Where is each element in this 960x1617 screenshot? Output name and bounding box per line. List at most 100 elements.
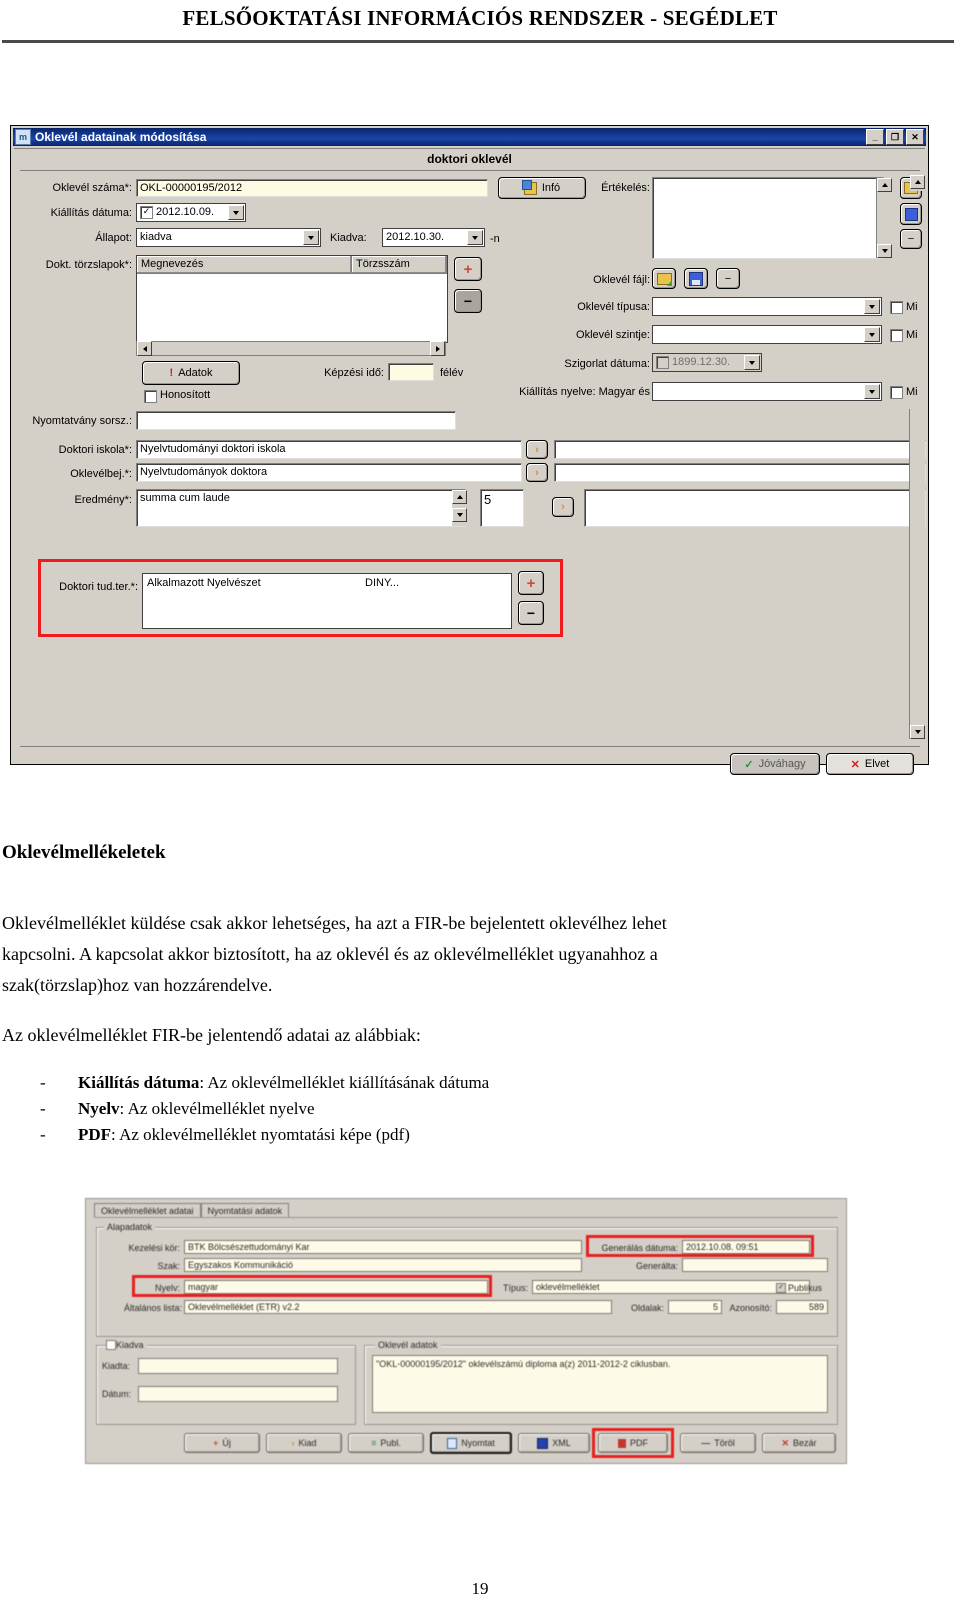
input-generalta[interactable]	[682, 1258, 828, 1272]
dialog1-scrollbar[interactable]	[909, 409, 925, 739]
right-scroll-up-icon[interactable]	[910, 175, 925, 189]
column-torzsszam[interactable]: Törzsszám	[352, 256, 447, 273]
right-scroll-top[interactable]	[910, 175, 925, 191]
input-szak[interactable]: Egyszakos Kommunikáció	[184, 1258, 582, 1272]
input-generalas-datuma[interactable]: 2012.10.08. 09:51	[682, 1240, 810, 1254]
input-eredmeny[interactable]: summa cum laude	[136, 489, 466, 527]
chevron-down-icon[interactable]	[228, 205, 244, 220]
label-kezelesi-kor: Kezelési kör:	[128, 1243, 180, 1253]
label-szintje-mi: Mi	[906, 329, 918, 341]
input-kepzesi-ido[interactable]	[388, 363, 434, 381]
checkbox-publikus[interactable]: ✓	[776, 1283, 786, 1293]
spinner-down-icon[interactable]	[452, 508, 467, 522]
add-tudter-button[interactable]: +	[518, 571, 544, 595]
uj-button[interactable]: + Új	[184, 1433, 260, 1453]
label-eredmeny: Eredmény*:	[74, 494, 132, 506]
save-button[interactable]	[900, 203, 922, 225]
add-torzslap-button[interactable]: +	[454, 257, 482, 281]
column-megnevezes[interactable]: Megnevezés	[137, 256, 352, 273]
minimize-button[interactable]: _	[866, 129, 884, 145]
input-datum[interactable]	[138, 1386, 338, 1402]
dialog1-titlebar[interactable]: m Oklevél adatainak módosítása _ ❐ ✕	[13, 128, 926, 146]
input-doktori-iskola-extra[interactable]	[554, 440, 926, 459]
select-oklevel-tipusa[interactable]	[652, 297, 882, 316]
chevron-down-icon[interactable]	[864, 384, 880, 399]
info-button[interactable]: Infó	[498, 177, 586, 199]
scroll-down-icon[interactable]	[877, 244, 892, 258]
remove-tudter-button[interactable]: −	[518, 601, 544, 625]
remove-torzslap-button[interactable]: −	[454, 289, 482, 313]
input-tipus[interactable]: oklevélmelléklet	[532, 1280, 810, 1294]
elvet-button[interactable]: ✕ Elvet	[826, 753, 914, 775]
scroll-right-icon[interactable]	[430, 341, 445, 356]
xml-button[interactable]: XML	[518, 1433, 590, 1453]
close-button[interactable]: ✕	[906, 129, 924, 145]
chevron-down-icon[interactable]	[303, 230, 319, 245]
jovahagy-button[interactable]: ✓ Jóváhagy	[730, 753, 820, 775]
ertekeles-scrollbar[interactable]	[876, 178, 892, 258]
remove-button[interactable]: −	[900, 229, 922, 249]
checkbox-kiallitas-datuma[interactable]: ✓	[140, 206, 153, 219]
list-hscrollbar[interactable]	[136, 341, 446, 356]
input-oklevelbej-extra[interactable]	[554, 463, 926, 482]
spinner-up-icon[interactable]	[452, 490, 467, 504]
input-azonosito[interactable]: 589	[776, 1300, 828, 1314]
footer-divider	[20, 746, 920, 747]
check-icon: ✓	[744, 758, 754, 771]
list-dokt-torzslapok[interactable]: Megnevezés Törzsszám	[136, 255, 448, 343]
textarea-oklevel-adatok[interactable]: "OKL-00000195/2012" oklevélszámú diploma…	[372, 1355, 828, 1413]
list-doktori-tudter[interactable]: Alkalmazott Nyelvészet DINY...	[142, 573, 512, 629]
input-nyomtatvany-sorsz[interactable]	[136, 411, 456, 430]
oklevel-fajl-open-button[interactable]	[652, 268, 676, 289]
datepicker-kiallitas-datuma[interactable]: 2012.10.09. ✓	[136, 203, 246, 222]
label-publikus: Publikus	[788, 1283, 823, 1293]
eredmeny-picker-button[interactable]: ›	[552, 497, 574, 517]
label-generalas-datuma: Generálás dátuma:	[601, 1243, 678, 1253]
tab-oklevelmelleklet-adatai[interactable]: Oklevélmelléklet adatai	[94, 1203, 201, 1218]
chevron-down-icon[interactable]	[744, 355, 760, 370]
input-eredmeny-extra[interactable]	[584, 489, 926, 527]
input-oklevelbej[interactable]: Nyelvtudományok doktora	[136, 463, 522, 482]
chevron-down-icon[interactable]	[467, 230, 483, 245]
pdf-button[interactable]: PDF	[598, 1433, 668, 1453]
kiad-button[interactable]: › Kiad	[266, 1433, 342, 1453]
tab-nyomtatasi-adatok[interactable]: Nyomtatási adatok	[200, 1203, 290, 1218]
checkbox-szigorlat-datuma[interactable]	[656, 356, 669, 369]
textarea-ertekeles[interactable]	[652, 177, 884, 259]
eredmeny-spinner[interactable]	[452, 490, 467, 526]
checkbox-honositott[interactable]	[144, 390, 157, 403]
bezar-button[interactable]: ✕ Bezár	[762, 1433, 836, 1453]
checkbox-tipus-mi[interactable]	[890, 301, 903, 314]
nyomtat-button[interactable]: Nyomtat	[430, 1432, 512, 1454]
checkbox-nyelve-mi[interactable]	[890, 386, 903, 399]
maximize-button[interactable]: ❐	[886, 129, 904, 145]
scroll-down-icon[interactable]	[910, 725, 925, 739]
scroll-up-icon[interactable]	[877, 178, 892, 192]
input-altalanos-lista[interactable]: Oklevélmelléklet (ETR) v2.2	[184, 1300, 612, 1314]
select-oklevel-szintje[interactable]	[652, 325, 882, 344]
select-kiallitas-nyelve[interactable]	[652, 382, 882, 401]
input-kezelesi-kor[interactable]: BTK Bölcsészettudományi Kar	[184, 1240, 582, 1254]
oklevelbej-picker-button[interactable]: ›	[526, 463, 548, 482]
oklevel-fajl-remove-button[interactable]: −	[716, 268, 740, 289]
oklevel-fajl-save-button[interactable]	[684, 268, 708, 289]
chevron-down-icon[interactable]	[864, 327, 880, 342]
torol-button[interactable]: — Töröl	[680, 1433, 756, 1453]
scroll-left-icon[interactable]	[137, 341, 152, 356]
dialog1-title-text: Oklevél adatainak módosítása	[35, 130, 207, 144]
input-doktori-iskola[interactable]: Nyelvtudományi doktori iskola	[136, 440, 522, 459]
select-allapot[interactable]: kiadva	[136, 228, 321, 247]
checkbox-kiadva[interactable]	[106, 1340, 116, 1350]
adatok-button[interactable]: ! Adatok	[142, 361, 240, 385]
datepicker-kiadva[interactable]: 2012.10.30.	[382, 228, 485, 247]
input-eredmeny-szam[interactable]: 5	[480, 489, 524, 527]
chevron-down-icon[interactable]	[864, 299, 880, 314]
input-kiadta[interactable]	[138, 1358, 338, 1374]
input-oklevel-szama[interactable]: OKL-00000195/2012	[136, 179, 488, 197]
input-nyelv[interactable]: magyar	[184, 1280, 488, 1294]
checkbox-szintje-mi[interactable]	[890, 329, 903, 342]
doktori-iskola-picker-button[interactable]: ›	[526, 440, 548, 459]
publ-button[interactable]: ≡ Publ.	[348, 1433, 424, 1453]
input-oldalak[interactable]: 5	[668, 1300, 722, 1314]
datepicker-szigorlat-datuma[interactable]: 1899.12.30.	[652, 353, 762, 372]
